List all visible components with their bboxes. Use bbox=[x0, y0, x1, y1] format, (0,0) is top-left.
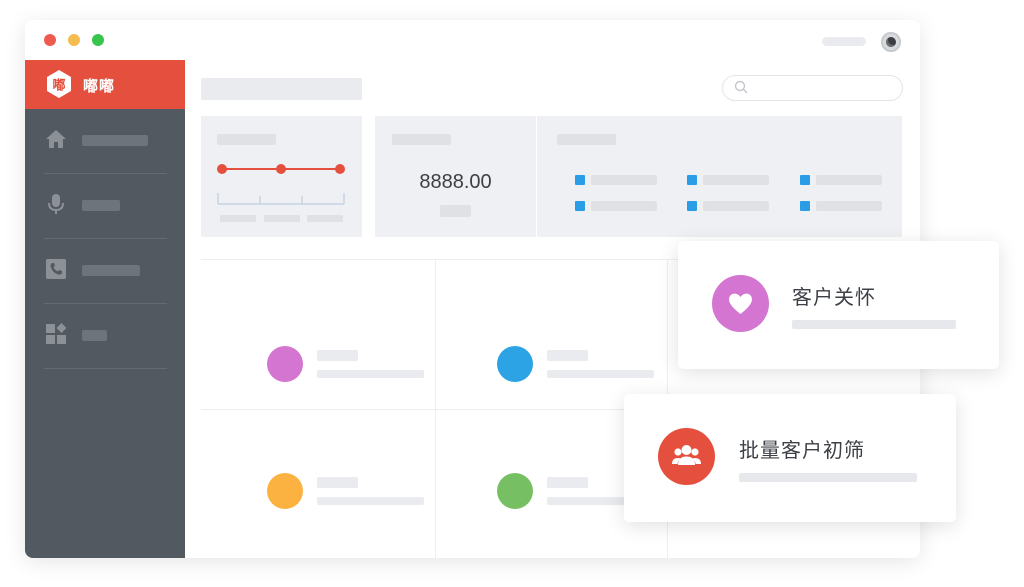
home-icon bbox=[46, 130, 66, 148]
page-title-placeholder bbox=[201, 78, 362, 100]
legend-marker bbox=[800, 201, 810, 211]
group-icon bbox=[672, 445, 701, 465]
batch-screening-card[interactable]: 批量客户初筛 bbox=[624, 394, 956, 522]
amount-caption-placeholder bbox=[440, 205, 471, 217]
legend-label bbox=[816, 201, 882, 211]
brand-header[interactable]: 嘟 嘟嘟 bbox=[25, 60, 185, 109]
legend-label bbox=[591, 201, 657, 211]
card-icon-circle bbox=[712, 275, 769, 332]
title-bar bbox=[25, 20, 920, 61]
title-placeholder bbox=[822, 37, 866, 46]
webcam-icon bbox=[881, 32, 901, 52]
timeline-panel bbox=[201, 116, 362, 237]
tile-icon bbox=[497, 346, 533, 382]
amount-value: 8888.00 bbox=[419, 171, 492, 193]
apps-icon bbox=[46, 323, 67, 344]
tile-title bbox=[317, 350, 358, 361]
legend-label bbox=[816, 175, 882, 185]
legend-label bbox=[703, 201, 769, 211]
card-subtitle-placeholder bbox=[792, 320, 956, 329]
card-title: 客户关怀 bbox=[792, 285, 876, 309]
tile-icon bbox=[497, 473, 533, 509]
tile-icon bbox=[267, 346, 303, 382]
legend-marker bbox=[687, 201, 697, 211]
legend-marker bbox=[800, 175, 810, 185]
search-input[interactable] bbox=[722, 75, 903, 101]
brand-logo-char: 嘟 bbox=[52, 78, 65, 94]
sidebar-item-contacts[interactable] bbox=[25, 239, 185, 304]
panel-title-placeholder bbox=[557, 134, 616, 145]
sidebar-item-voice[interactable] bbox=[25, 174, 185, 239]
brand-name: 嘟嘟 bbox=[83, 78, 116, 95]
heart-icon bbox=[729, 293, 752, 314]
divider bbox=[44, 368, 167, 369]
close-window-button[interactable] bbox=[44, 34, 56, 46]
tile-subtitle bbox=[317, 497, 424, 505]
legend-marker bbox=[687, 175, 697, 185]
sidebar: 嘟 嘟嘟 bbox=[25, 60, 185, 558]
sidebar-item-label bbox=[82, 200, 120, 211]
sidebar-item-home[interactable] bbox=[25, 109, 185, 174]
search-icon bbox=[734, 80, 748, 94]
card-subtitle-placeholder bbox=[739, 473, 917, 482]
legend-label bbox=[591, 175, 657, 185]
sidebar-item-label bbox=[82, 135, 148, 146]
customer-care-card[interactable]: 客户关怀 bbox=[678, 241, 999, 369]
tile-title bbox=[317, 477, 358, 488]
legend-marker bbox=[575, 201, 585, 211]
maximize-window-button[interactable] bbox=[92, 34, 104, 46]
sidebar-item-apps[interactable] bbox=[25, 304, 185, 369]
timeline-graphic bbox=[217, 164, 345, 222]
minimize-window-button[interactable] bbox=[68, 34, 80, 46]
timeline-point bbox=[335, 164, 345, 174]
microphone-icon bbox=[48, 194, 64, 214]
sidebar-item-label bbox=[82, 265, 140, 276]
timeline-point bbox=[276, 164, 286, 174]
timeline-point bbox=[217, 164, 227, 174]
amount-panel: 8888.00 bbox=[375, 116, 536, 237]
sidebar-item-label bbox=[82, 330, 107, 341]
tile-title bbox=[547, 477, 588, 488]
brand-logo-icon: 嘟 bbox=[47, 70, 71, 98]
phone-book-icon bbox=[46, 259, 66, 279]
legend-marker bbox=[575, 175, 585, 185]
tile-icon bbox=[267, 473, 303, 509]
card-icon-circle bbox=[658, 428, 715, 485]
tile-title bbox=[547, 350, 588, 361]
tile-subtitle bbox=[317, 370, 424, 378]
panel-title-placeholder bbox=[392, 134, 451, 145]
grid-divider bbox=[435, 260, 436, 558]
card-title: 批量客户初筛 bbox=[739, 438, 865, 462]
legend-label bbox=[703, 175, 769, 185]
legend-panel bbox=[537, 116, 902, 237]
tile-subtitle bbox=[547, 370, 654, 378]
